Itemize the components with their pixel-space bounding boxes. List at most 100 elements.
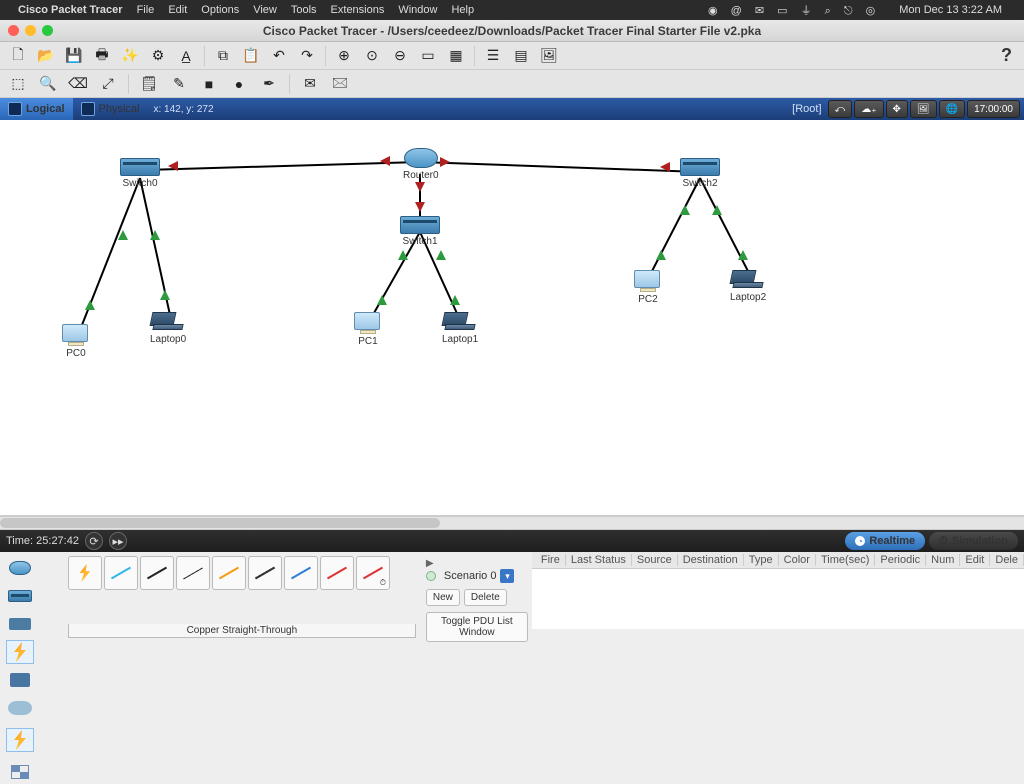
col-edit[interactable]: Edit bbox=[960, 554, 990, 566]
simulation-tab[interactable]: ⏱ Simulation bbox=[929, 532, 1018, 550]
col-num[interactable]: Num bbox=[926, 554, 960, 566]
new-file-icon[interactable]: 🗋 bbox=[6, 44, 30, 68]
cable-cross-icon[interactable] bbox=[176, 556, 210, 590]
toggle-pdu-button[interactable]: Toggle PDU List Window bbox=[426, 612, 528, 642]
scenario-new-button[interactable]: New bbox=[426, 589, 460, 606]
undo-icon[interactable]: ↶ bbox=[267, 44, 291, 68]
menu-window[interactable]: Window bbox=[398, 4, 437, 16]
pencil-icon[interactable]: ✎ bbox=[167, 72, 191, 96]
cat-cloud-icon[interactable] bbox=[6, 696, 34, 720]
col-color[interactable]: Color bbox=[779, 554, 816, 566]
resize-icon[interactable]: ⤢ bbox=[96, 72, 120, 96]
device-switch0[interactable]: Switch0 bbox=[120, 158, 160, 189]
cable-coax-icon[interactable] bbox=[284, 556, 318, 590]
menu-file[interactable]: File bbox=[137, 4, 155, 16]
print-icon[interactable]: 🖶 bbox=[90, 44, 114, 68]
device-switch1[interactable]: Switch1 bbox=[400, 216, 440, 247]
physical-tab[interactable]: Physical bbox=[73, 98, 148, 120]
root-label[interactable]: [Root] bbox=[792, 103, 821, 115]
cat-router-icon[interactable] bbox=[6, 556, 34, 580]
cable-serial-dte-icon[interactable]: ⏱ bbox=[356, 556, 390, 590]
scenario-dropdown-icon[interactable]: ▾ bbox=[500, 569, 514, 583]
controlcenter-icon[interactable]: ⎋ bbox=[844, 5, 853, 17]
at-icon[interactable]: @ bbox=[731, 5, 742, 17]
menu-extensions[interactable]: Extensions bbox=[331, 4, 385, 16]
wizard-icon[interactable]: ✨ bbox=[118, 44, 142, 68]
activity-icon[interactable]: ⚙︎ bbox=[146, 44, 170, 68]
device-laptop2[interactable]: Laptop2 bbox=[730, 270, 766, 303]
text-tool-icon[interactable]: A̲ bbox=[174, 44, 198, 68]
cat-enddevice-icon[interactable] bbox=[6, 668, 34, 692]
col-destination[interactable]: Destination bbox=[678, 554, 744, 566]
col-timesec[interactable]: Time(sec) bbox=[816, 554, 875, 566]
menu-help[interactable]: Help bbox=[451, 4, 474, 16]
zoom-out-icon[interactable]: ⊖ bbox=[388, 44, 412, 68]
cat-switch-icon[interactable] bbox=[6, 584, 34, 608]
simple-pdu-icon[interactable]: ✉︎ bbox=[298, 72, 322, 96]
menu-tools[interactable]: Tools bbox=[291, 4, 317, 16]
topology-canvas[interactable]: Switch0 Router0 Switch2 Switch1 PC0 Lapt… bbox=[0, 120, 1024, 516]
rect-fill-icon[interactable]: ■ bbox=[197, 72, 221, 96]
save-icon[interactable]: 💾 bbox=[62, 44, 86, 68]
menu-edit[interactable]: Edit bbox=[168, 4, 187, 16]
menu-view[interactable]: View bbox=[253, 4, 277, 16]
cable-straight-icon[interactable] bbox=[140, 556, 174, 590]
zoom-in-icon[interactable]: ⊕ bbox=[332, 44, 356, 68]
power-cycle-icon[interactable]: ⟳ bbox=[85, 532, 103, 550]
canvas-h-scrollbar[interactable] bbox=[0, 516, 1024, 530]
scenario-delete-button[interactable]: Delete bbox=[464, 589, 507, 606]
palette-icon[interactable]: ▦ bbox=[444, 44, 468, 68]
open-file-icon[interactable]: 📂 bbox=[34, 44, 58, 68]
cable-auto-icon[interactable] bbox=[68, 556, 102, 590]
col-fire[interactable]: Fire bbox=[536, 554, 566, 566]
nav-move-icon[interactable]: ✥ bbox=[886, 100, 908, 118]
fast-forward-icon[interactable]: ▸▸ bbox=[109, 532, 127, 550]
search-icon[interactable]: ⌕ bbox=[825, 5, 831, 17]
cat-hub-icon[interactable] bbox=[6, 612, 34, 636]
copy-icon[interactable]: ⧉ bbox=[211, 44, 235, 68]
device-router0[interactable]: Router0 bbox=[403, 148, 439, 181]
complex-pdu-icon[interactable]: 🖂 bbox=[328, 72, 352, 96]
col-periodic[interactable]: Periodic bbox=[875, 554, 926, 566]
cat-connections-icon[interactable] bbox=[6, 640, 34, 664]
pdu-body[interactable] bbox=[532, 569, 1024, 629]
inspect-icon[interactable]: 🔍 bbox=[36, 72, 60, 96]
cable-console-icon[interactable] bbox=[104, 556, 138, 590]
device-pc2[interactable]: PC2 bbox=[634, 270, 662, 305]
device-pc0[interactable]: PC0 bbox=[62, 324, 90, 359]
cable-phone-icon[interactable] bbox=[248, 556, 282, 590]
realtime-tab[interactable]: ◔ Realtime bbox=[845, 532, 925, 550]
cat-grid-icon[interactable] bbox=[6, 760, 34, 784]
ellipse-fill-icon[interactable]: ● bbox=[227, 72, 251, 96]
logical-tab[interactable]: Logical bbox=[0, 98, 73, 120]
cable-serial-dce-icon[interactable] bbox=[320, 556, 354, 590]
record-icon[interactable]: ◉ bbox=[708, 5, 718, 17]
select-marquee-icon[interactable]: ⬚ bbox=[6, 72, 30, 96]
viewport-icon[interactable]: 🌐 bbox=[939, 100, 965, 118]
mail-icon[interactable]: ✉︎ bbox=[755, 5, 764, 17]
menubar-clock[interactable]: Mon Dec 13 3:22 AM bbox=[899, 4, 1002, 16]
paste-icon[interactable]: 📋 bbox=[239, 44, 263, 68]
nav-bg-icon[interactable]: 🖼 bbox=[910, 100, 937, 118]
device-laptop1[interactable]: Laptop1 bbox=[442, 312, 478, 345]
wifi-icon[interactable]: ⏚ bbox=[801, 5, 812, 17]
device-laptop0[interactable]: Laptop0 bbox=[150, 312, 186, 345]
play-icon[interactable]: ▶ bbox=[426, 558, 434, 569]
siri-icon[interactable]: ◎ bbox=[866, 5, 876, 17]
cat-connection-active-icon[interactable] bbox=[6, 728, 34, 752]
battery-icon[interactable]: ▭ bbox=[777, 5, 787, 17]
col-type[interactable]: Type bbox=[744, 554, 779, 566]
device-pc1[interactable]: PC1 bbox=[354, 312, 382, 347]
zoom-reset-icon[interactable]: ⊙ bbox=[360, 44, 384, 68]
app-name[interactable]: Cisco Packet Tracer bbox=[18, 4, 123, 16]
list-icon[interactable]: ☰ bbox=[481, 44, 505, 68]
help-icon[interactable]: ? bbox=[1001, 45, 1012, 66]
cable-fiber-icon[interactable] bbox=[212, 556, 246, 590]
delete-icon[interactable]: ⌫ bbox=[66, 72, 90, 96]
nav-back-icon[interactable]: ⤺ bbox=[828, 100, 853, 118]
image-icon[interactable]: 🖼 bbox=[537, 44, 561, 68]
draw-rect-icon[interactable]: ▭ bbox=[416, 44, 440, 68]
freeform-icon[interactable]: ✒︎ bbox=[257, 72, 281, 96]
redo-icon[interactable]: ↷ bbox=[295, 44, 319, 68]
nav-cluster-icon[interactable]: ☁︎₊ bbox=[854, 100, 883, 118]
